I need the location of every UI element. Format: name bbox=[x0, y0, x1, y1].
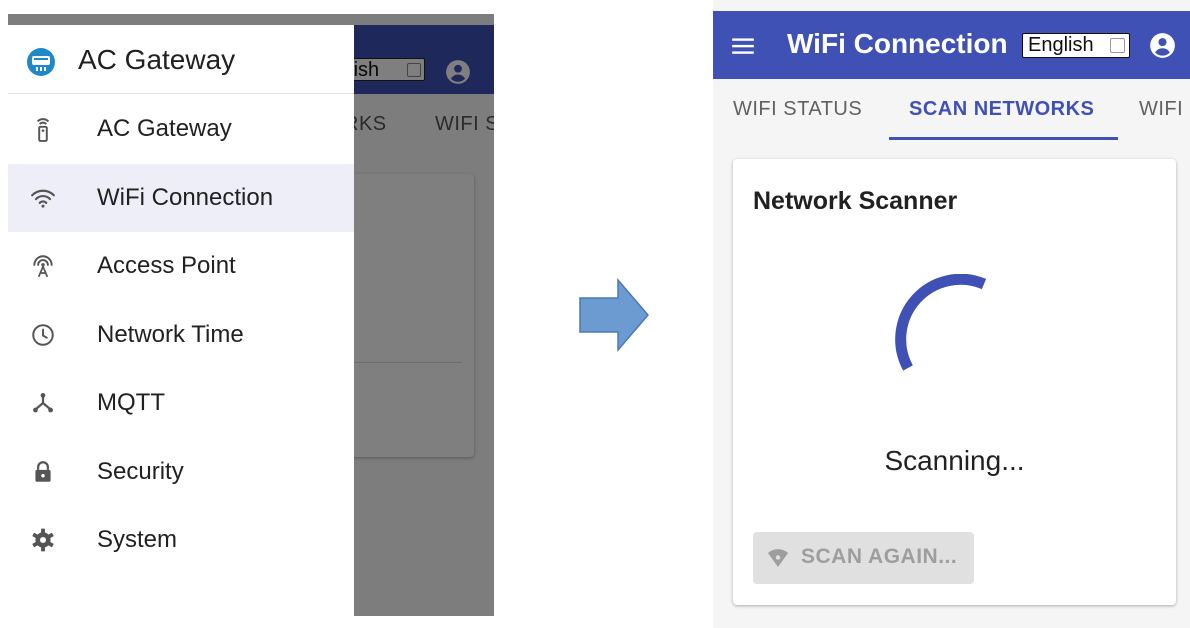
nav-item-label: System bbox=[97, 526, 178, 553]
drawer-title: AC Gateway bbox=[78, 44, 236, 75]
tab-wifi-status[interactable]: WIFI STATUS bbox=[733, 98, 862, 121]
drawer-header: AC Gateway bbox=[8, 25, 354, 94]
nav-item-label: Security bbox=[97, 458, 184, 485]
language-select-value: English bbox=[1028, 34, 1094, 56]
loading-spinner-icon bbox=[895, 274, 987, 371]
network-scanner-card: Network Scanner Scanning... SCAN AGAIN..… bbox=[733, 159, 1176, 605]
right-screen: WiFi Connection English WIFI STATUS SCAN… bbox=[713, 0, 1190, 628]
remote-control-icon bbox=[36, 118, 50, 142]
app-bar: WiFi Connection English bbox=[713, 11, 1190, 79]
mqtt-hub-icon bbox=[33, 393, 53, 413]
nav-item-label: Access Point bbox=[97, 252, 236, 279]
transition-arrow bbox=[579, 278, 649, 352]
language-select[interactable]: English bbox=[1022, 33, 1130, 58]
active-tab-indicator bbox=[889, 137, 1118, 140]
nav-item-wifi-connection[interactable]: WiFi Connection bbox=[8, 164, 354, 232]
tab-wifi[interactable]: WIFI bbox=[1139, 98, 1183, 121]
hamburger-menu-icon[interactable] bbox=[730, 33, 756, 59]
nav-item-label: AC Gateway bbox=[97, 115, 232, 142]
account-icon[interactable] bbox=[1149, 32, 1176, 59]
page-title: WiFi Connection bbox=[787, 28, 1008, 59]
nav-item-system[interactable]: System bbox=[8, 506, 354, 574]
wifi-signal-icon bbox=[768, 549, 788, 567]
scan-status-text: Scanning... bbox=[884, 445, 1025, 476]
tab-scan-networks[interactable]: SCAN NETWORKS bbox=[909, 98, 1094, 121]
tab-bar: WIFI STATUS SCAN NETWORKS WIFI bbox=[713, 79, 1190, 141]
gear-icon bbox=[32, 528, 54, 552]
nav-item-label: WiFi Connection bbox=[97, 184, 274, 211]
nav-item-network-time[interactable]: Network Time bbox=[8, 301, 354, 369]
nav-item-label: Network Time bbox=[97, 321, 244, 348]
access-point-icon bbox=[33, 255, 53, 278]
nav-item-access-point[interactable]: Access Point bbox=[8, 232, 354, 300]
scan-again-button[interactable]: SCAN AGAIN... bbox=[753, 532, 974, 584]
clock-icon bbox=[32, 324, 54, 346]
chevron-down-icon bbox=[1110, 38, 1125, 53]
wifi-icon bbox=[31, 189, 55, 208]
left-screen: glish RKS WIFI S bbox=[8, 14, 494, 616]
nav-item-mqtt[interactable]: MQTT bbox=[8, 369, 354, 437]
ac-unit-logo-icon bbox=[27, 48, 55, 76]
navigation-drawer: AC Gateway AC Gateway WiFi Connection Ac… bbox=[8, 25, 354, 616]
nav-item-label: MQTT bbox=[97, 389, 165, 416]
nav-item-security[interactable]: Security bbox=[8, 438, 354, 506]
lock-icon bbox=[35, 461, 51, 482]
nav-item-ac-gateway[interactable]: AC Gateway bbox=[8, 95, 354, 163]
scan-again-label: SCAN AGAIN... bbox=[801, 545, 958, 568]
card-title: Network Scanner bbox=[753, 187, 958, 215]
